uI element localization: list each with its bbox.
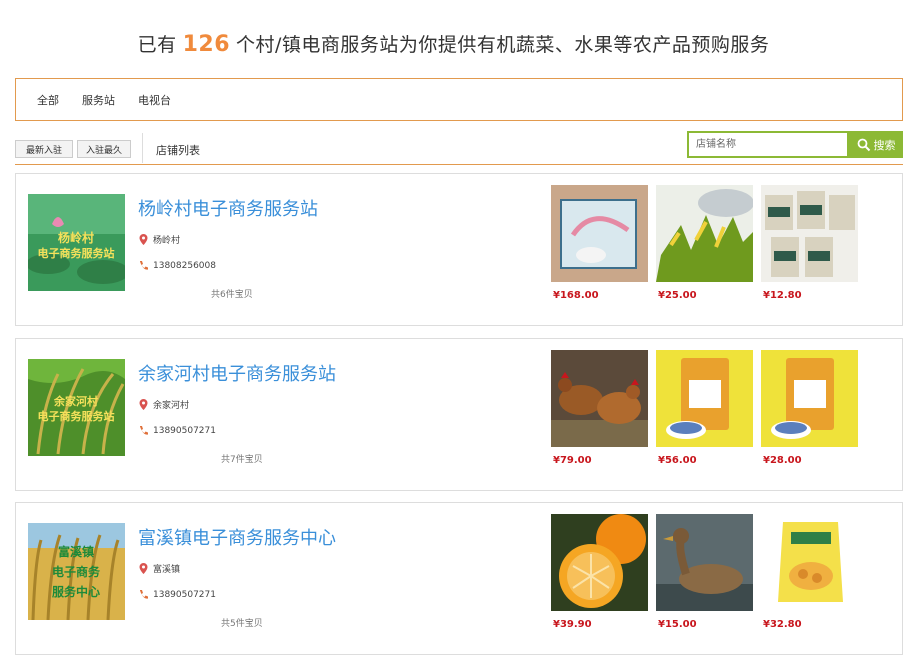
filter-tv-station[interactable]: 电视台	[138, 92, 171, 108]
store-thumbnail[interactable]: 杨岭村 电子商务服务站	[28, 194, 125, 291]
store-location-text: 杨岭村	[153, 236, 181, 246]
filter-service-station[interactable]: 服务站	[82, 92, 115, 108]
product-count: 共6件宝贝	[211, 290, 253, 300]
location-pin-icon	[139, 563, 148, 574]
store-location: 余家河村	[139, 398, 189, 411]
product-image[interactable]	[551, 185, 648, 282]
sort-newest-button[interactable]: 最新入驻	[15, 140, 73, 158]
store-name[interactable]: 余家河村电子商务服务站	[138, 360, 336, 386]
product-image[interactable]	[656, 185, 753, 282]
store-search: 搜索	[687, 131, 903, 158]
product-price: ¥168.00	[553, 290, 599, 301]
product-image[interactable]	[761, 185, 858, 282]
product-price: ¥32.80	[763, 619, 802, 630]
product-image[interactable]	[761, 514, 858, 611]
store-card: 富溪镇 电子商务 服务中心 富溪镇电子商务服务中心 富溪镇 1389050727…	[15, 502, 903, 655]
store-location-text: 余家河村	[153, 401, 190, 411]
search-icon	[857, 138, 870, 151]
thumb-text-line-2: 电子商务服务站	[38, 409, 115, 423]
store-phone-text: 13890507271	[153, 589, 216, 600]
location-pin-icon	[139, 399, 148, 410]
search-button-label: 搜索	[873, 138, 896, 152]
phone-icon	[140, 426, 148, 435]
phone-icon	[140, 261, 148, 270]
filter-all[interactable]: 全部	[37, 92, 59, 108]
product-image[interactable]	[656, 350, 753, 447]
store-search-input[interactable]	[687, 131, 849, 158]
thumb-text-line-1: 杨岭村	[58, 230, 94, 245]
store-card: 杨岭村 电子商务服务站 杨岭村电子商务服务站 杨岭村 13808256008 共…	[15, 173, 903, 326]
product-image[interactable]	[551, 514, 648, 611]
store-thumbnail[interactable]: 余家河村 电子商务服务站	[28, 359, 125, 456]
product-count: 共5件宝贝	[221, 619, 263, 629]
product-price: ¥12.80	[763, 290, 802, 301]
product-image[interactable]	[761, 350, 858, 447]
store-name[interactable]: 杨岭村电子商务服务站	[138, 195, 318, 221]
product-price: ¥15.00	[658, 619, 697, 630]
product-price: ¥39.90	[553, 619, 592, 630]
product-count: 共7件宝贝	[221, 455, 263, 465]
store-name[interactable]: 富溪镇电子商务服务中心	[138, 524, 336, 550]
store-phone: 13890507271	[139, 589, 216, 600]
thumb-text-line-1: 余家河村	[53, 394, 98, 408]
store-phone-text: 13808256008	[153, 260, 216, 271]
product-price: ¥79.00	[553, 455, 592, 466]
product-price: ¥56.00	[658, 455, 697, 466]
product-price: ¥28.00	[763, 455, 802, 466]
store-card: 余家河村 电子商务服务站 余家河村电子商务服务站 余家河村 1389050727…	[15, 338, 903, 491]
thumb-text-line-1: 富溪镇	[58, 544, 94, 559]
store-thumbnail[interactable]: 富溪镇 电子商务 服务中心	[28, 523, 125, 620]
store-location: 杨岭村	[139, 233, 180, 246]
product-image[interactable]	[656, 514, 753, 611]
product-price: ¥25.00	[658, 290, 697, 301]
sort-oldest-button[interactable]: 入驻最久	[77, 140, 131, 158]
store-location-text: 富溪镇	[153, 565, 181, 575]
store-list-label: 店铺列表	[156, 144, 200, 157]
store-phone-text: 13890507271	[153, 425, 216, 436]
toolbar-divider	[142, 133, 143, 163]
store-phone: 13890507271	[139, 425, 216, 436]
page-headline: 已有 126 个村/镇电商服务站为你提供有机蔬菜、水果等农产品预购服务	[0, 30, 907, 57]
headline-suffix: 个村/镇电商服务站为你提供有机蔬菜、水果等农产品预购服务	[236, 34, 770, 56]
category-filter-bar: 全部 服务站 电视台	[15, 78, 903, 121]
product-image[interactable]	[551, 350, 648, 447]
headline-prefix: 已有	[137, 34, 177, 56]
station-count: 126	[182, 32, 231, 57]
store-location: 富溪镇	[139, 562, 180, 575]
phone-icon	[140, 590, 148, 599]
thumb-text-line-2: 电子商务	[52, 564, 101, 579]
thumb-text-line-2: 电子商务服务站	[38, 246, 115, 260]
search-button[interactable]: 搜索	[849, 131, 903, 158]
store-list-toolbar: 最新入驻 入驻最久 店铺列表 搜索	[15, 130, 903, 165]
thumb-text-line-3: 服务中心	[52, 584, 100, 599]
location-pin-icon	[139, 234, 148, 245]
store-phone: 13808256008	[139, 260, 216, 271]
